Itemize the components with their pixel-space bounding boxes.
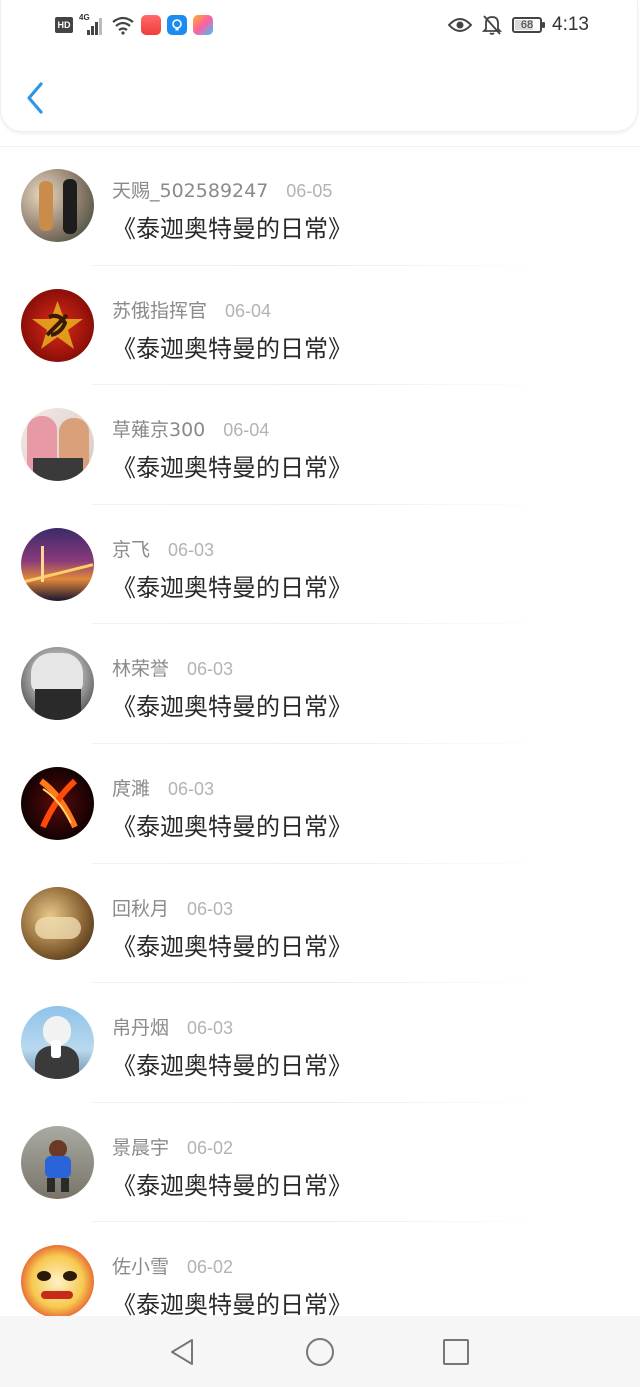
username[interactable]: 京飞: [112, 535, 150, 562]
shopping-app-icon: [141, 15, 161, 35]
item-meta: 庹濉 06-03: [112, 774, 214, 801]
avatar[interactable]: [21, 408, 94, 482]
system-nav-bar: [0, 1316, 640, 1387]
username[interactable]: 林荣誉: [112, 654, 169, 681]
date: 06-02: [187, 1257, 234, 1278]
tiles-app-icon: [193, 15, 213, 35]
date: 06-05: [286, 181, 333, 201]
item-meta: 景晨宇 06-02: [112, 1133, 233, 1160]
item-meta: 天赐_502589247 06-05: [112, 176, 332, 203]
list-item[interactable]: 帛丹烟 06-03 《泰迦奥特曼的日常》: [0, 983, 640, 1103]
avatar[interactable]: [21, 527, 94, 601]
work-title[interactable]: 《泰迦奥特曼的日常》: [112, 448, 352, 483]
avatar[interactable]: [21, 288, 94, 362]
item-meta: 草薙京300 06-04: [112, 415, 269, 442]
bell-off-icon: [482, 15, 503, 35]
avatar[interactable]: [21, 1125, 94, 1199]
list-item[interactable]: 景晨宇 06-02 《泰迦奥特曼的日常》: [0, 1103, 640, 1223]
username[interactable]: 苏俄指挥官: [112, 296, 207, 323]
back-triangle-icon: [171, 1339, 193, 1365]
work-title[interactable]: 《泰迦奥特曼的日常》: [112, 209, 352, 244]
list-item[interactable]: 京飞 06-03 《泰迦奥特曼的日常》: [0, 505, 640, 625]
date: 06-03: [187, 1018, 234, 1039]
item-meta: 京飞 06-03: [112, 535, 214, 562]
signal-icon: 4G: [79, 13, 105, 35]
avatar[interactable]: [21, 1006, 94, 1080]
avatar[interactable]: [21, 886, 94, 960]
work-title[interactable]: 《泰迦奥特曼的日常》: [112, 1046, 352, 1081]
list-item[interactable]: 庹濉 06-03 《泰迦奥特曼的日常》: [0, 744, 640, 864]
username[interactable]: 草薙京300: [112, 415, 205, 442]
eye-icon: [448, 18, 473, 32]
avatar[interactable]: [21, 647, 94, 721]
item-meta: 帛丹烟 06-03: [112, 1013, 233, 1040]
top-header: HD 4G 68 4:13: [0, 0, 638, 132]
status-time: 4:13: [552, 14, 589, 35]
date: 06-04: [225, 300, 272, 321]
status-right: 68 4:13: [448, 12, 589, 38]
recents-square-icon: [443, 1339, 469, 1365]
bulb-app-icon: [167, 15, 187, 35]
list-item[interactable]: 苏俄指挥官 06-04 《泰迦奥特曼的日常》: [0, 266, 640, 386]
date: 06-03: [168, 539, 215, 560]
nav-home-button[interactable]: [304, 1336, 336, 1368]
item-meta: 回秋月 06-03: [112, 894, 233, 921]
username[interactable]: 帛丹烟: [112, 1013, 169, 1040]
username[interactable]: 庹濉: [112, 774, 150, 801]
username[interactable]: 回秋月: [112, 894, 169, 921]
list-item[interactable]: 天赐_502589247 06-05 《泰迦奥特曼的日常》: [0, 146, 640, 266]
list-item[interactable]: 回秋月 06-03 《泰迦奥特曼的日常》: [0, 864, 640, 984]
username[interactable]: 天赐_502589247: [112, 176, 268, 203]
work-title[interactable]: 《泰迦奥特曼的日常》: [112, 927, 352, 962]
avatar[interactable]: [21, 169, 94, 242]
hd-badge: HD: [55, 17, 73, 33]
avatar[interactable]: [21, 1245, 94, 1319]
nav-recents-button[interactable]: [440, 1336, 472, 1368]
home-circle-icon: [306, 1338, 334, 1366]
item-meta: 苏俄指挥官 06-04: [112, 296, 271, 323]
date: 06-03: [187, 898, 234, 919]
status-bar: HD 4G 68 4:13: [1, 0, 640, 52]
work-title[interactable]: 《泰迦奥特曼的日常》: [112, 1166, 352, 1201]
username[interactable]: 景晨宇: [112, 1133, 169, 1160]
date: 06-03: [187, 659, 234, 680]
work-title[interactable]: 《泰迦奥特曼的日常》: [112, 687, 352, 722]
chevron-left-icon: [27, 82, 43, 114]
avatar[interactable]: [21, 766, 94, 840]
status-left: HD 4G: [55, 13, 213, 36]
back-button[interactable]: [19, 78, 51, 118]
work-title[interactable]: 《泰迦奥特曼的日常》: [112, 807, 352, 842]
nav-back-button[interactable]: [166, 1336, 198, 1368]
battery-icon: 68: [512, 17, 546, 33]
date: 06-02: [187, 1137, 234, 1158]
work-title[interactable]: 《泰迦奥特曼的日常》: [112, 329, 352, 364]
item-meta: 佐小雪 06-02: [112, 1252, 233, 1279]
wifi-icon: [112, 16, 134, 35]
list-item[interactable]: 林荣誉 06-03 《泰迦奥特曼的日常》: [0, 624, 640, 744]
item-meta: 林荣誉 06-03: [112, 654, 233, 681]
work-title[interactable]: 《泰迦奥特曼的日常》: [112, 568, 352, 603]
reader-list: 天赐_502589247 06-05 《泰迦奥特曼的日常》 苏俄指挥官 06-0…: [0, 146, 640, 1342]
username[interactable]: 佐小雪: [112, 1252, 169, 1279]
list-item[interactable]: 草薙京300 06-04 《泰迦奥特曼的日常》: [0, 385, 640, 505]
date: 06-04: [223, 420, 270, 441]
date: 06-03: [168, 778, 215, 799]
